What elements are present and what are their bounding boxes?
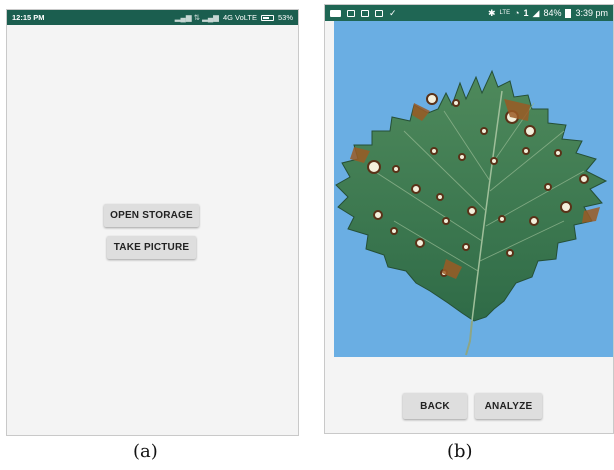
download-icon: ✓: [389, 7, 397, 18]
caption-b: (b): [447, 441, 473, 462]
analyze-button[interactable]: ANALYZE: [475, 393, 542, 419]
sim-label: 1: [523, 8, 529, 18]
battery-icon: [565, 8, 572, 18]
caption-a: (a): [133, 441, 158, 462]
signal-icon: ◢: [532, 7, 540, 18]
battery-level: 84%: [543, 8, 562, 18]
leaf-photo: [334, 21, 613, 357]
screenshot-icon: [375, 9, 383, 17]
battery-icon: [260, 14, 274, 21]
open-storage-button[interactable]: OPEN STORAGE: [104, 204, 199, 227]
battery-level: 53%: [277, 13, 293, 22]
status-time: 12:15 PM: [12, 13, 45, 22]
message-icon: [330, 9, 341, 17]
status-bar: ✓ ✱ LTE ◔ 1 ◢ 84% 3:39 pm: [325, 5, 613, 21]
take-picture-button[interactable]: TAKE PICTURE: [107, 236, 196, 259]
status-bar: 12:15 PM ▂▄▆ ⇅ ▂▄▆ 4G VoLTE 53%: [7, 10, 298, 25]
wifi-icon: ◔: [514, 8, 520, 18]
facebook-icon: [347, 9, 355, 17]
network-label: 4G VoLTE: [222, 13, 257, 22]
lte-label: LTE: [499, 10, 511, 16]
back-button[interactable]: BACK: [403, 393, 467, 419]
gallery-icon: [361, 9, 369, 17]
phone-screen-b: ✓ ✱ LTE ◔ 1 ◢ 84% 3:39 pm BACK ANALYZE: [324, 4, 614, 434]
status-time: 3:39 pm: [575, 8, 608, 18]
signal-icon: ▂▄▆ ⇅ ▂▄▆: [174, 13, 219, 22]
bluetooth-icon: ✱: [487, 7, 496, 18]
leaf-image: [335, 69, 608, 356]
phone-screen-a: 12:15 PM ▂▄▆ ⇅ ▂▄▆ 4G VoLTE 53% OPEN STO…: [6, 9, 299, 436]
